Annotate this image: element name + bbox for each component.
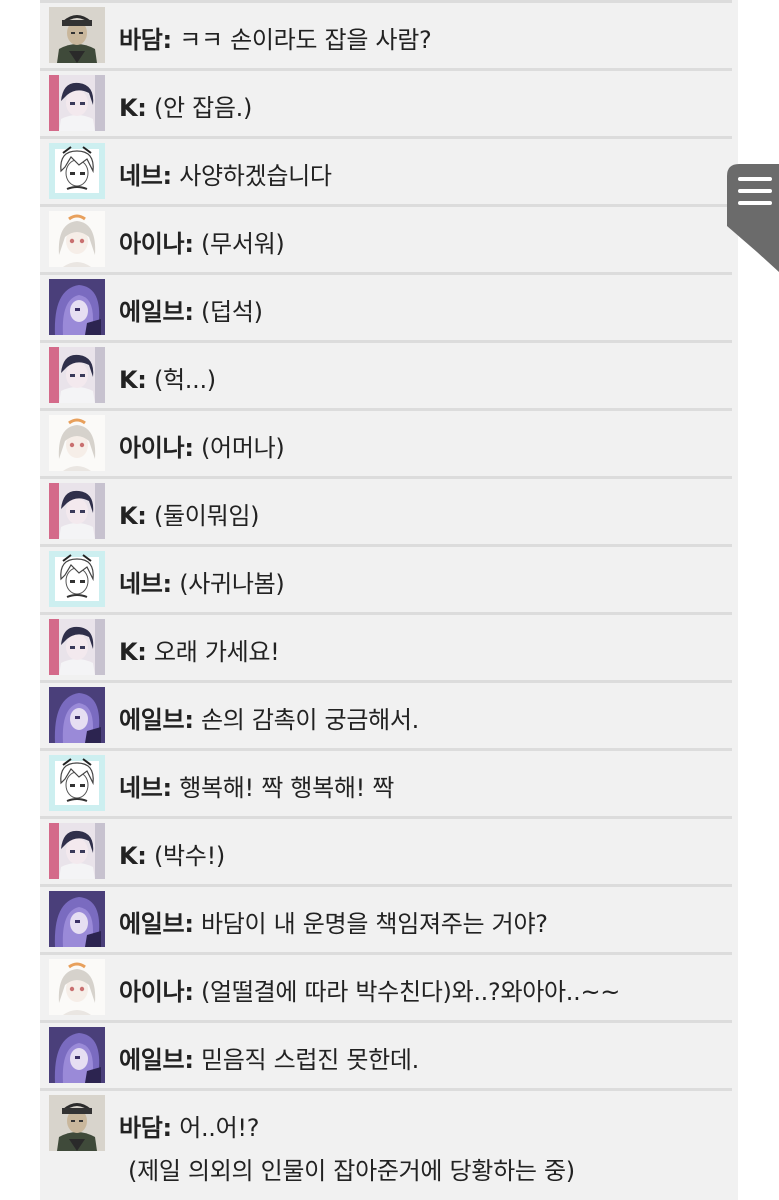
message-line: K: (헉...) xyxy=(119,360,216,395)
message-line: 에일브: 믿음직 스럽진 못한데. xyxy=(119,1040,419,1075)
message-text: 행복해! 짝 행복해! 짝 xyxy=(179,774,395,802)
chat-message: 에일브: 바담이 내 운명을 책임져주는 거야? xyxy=(40,887,732,955)
speaker-name: 네브: xyxy=(119,570,172,598)
chat-message: 네브: 행복해! 짝 행복해! 짝 xyxy=(40,751,732,819)
message-line: 에일브: 손의 감촉이 궁금해서. xyxy=(119,700,419,735)
message-line: K: 오래 가세요! xyxy=(119,632,280,667)
message-text: (헉...) xyxy=(153,366,216,394)
message-subtext: (제일 의외의 인물이 잡아준거에 당황하는 중) xyxy=(128,1157,575,1185)
chat-message: 에일브: 손의 감촉이 궁금해서. xyxy=(40,683,732,751)
message-text: 어..어!? xyxy=(179,1114,260,1142)
chat-message: 에일브: (덥석) xyxy=(40,275,732,343)
k-avatar xyxy=(49,75,105,131)
speaker-name: K: xyxy=(119,638,147,666)
message-text: 바담이 내 운명을 책임져주는 거야? xyxy=(200,910,548,938)
chat-message: 아이나: (무서워) xyxy=(40,207,732,275)
speaker-name: K: xyxy=(119,94,147,122)
message-text: (박수!) xyxy=(153,842,225,870)
message-line: 네브: 행복해! 짝 행복해! 짝 xyxy=(119,768,394,803)
speaker-name: K: xyxy=(119,842,147,870)
chat-message: K: (안 잡음.) xyxy=(40,71,732,139)
message-line: 바담: ㅋㅋ 손이라도 잡을 사람? xyxy=(119,20,432,55)
speaker-name: K: xyxy=(119,502,147,530)
neve-avatar xyxy=(49,551,105,607)
k-avatar xyxy=(49,619,105,675)
chat-message: 아이나: (얼떨결에 따라 박수친다)와..?와아아..~~ xyxy=(40,955,732,1023)
message-text: 오래 가세요! xyxy=(153,638,280,666)
speaker-name: K: xyxy=(119,366,147,394)
chat-message: K: (헉...) xyxy=(40,343,732,411)
message-line: K: (안 잡음.) xyxy=(119,88,252,123)
eilv-avatar xyxy=(49,279,105,335)
chat-message: K: 오래 가세요! xyxy=(40,615,732,683)
speaker-name: 바담: xyxy=(119,26,172,54)
speaker-name: 에일브: xyxy=(119,706,194,734)
badam-avatar xyxy=(49,7,105,63)
message-line: 네브: 사양하겠습니다 xyxy=(119,156,332,191)
message-text: ㅋㅋ 손이라도 잡을 사람? xyxy=(179,26,432,54)
aina-avatar xyxy=(49,959,105,1015)
speaker-name: 에일브: xyxy=(119,298,194,326)
message-text: (안 잡음.) xyxy=(153,94,253,122)
message-line: 아이나: (무서워) xyxy=(119,224,285,259)
message-line: 아이나: (어머나) xyxy=(119,428,285,463)
chat-message: 네브: (사귀나봄) xyxy=(40,547,732,615)
message-line: 바담: 어..어!? xyxy=(119,1108,259,1143)
speaker-name: 아이나: xyxy=(119,230,194,258)
speaker-name: 네브: xyxy=(119,162,172,190)
message-text: 사양하겠습니다 xyxy=(179,162,332,190)
message-line: K: (둘이뭐임) xyxy=(119,496,260,531)
k-avatar xyxy=(49,483,105,539)
message-text: 손의 감촉이 궁금해서. xyxy=(200,706,419,734)
chat-message: 바담: ㅋㅋ 손이라도 잡을 사람? xyxy=(40,3,732,71)
message-text: (덥석) xyxy=(200,298,263,326)
speaker-name: 아이나: xyxy=(119,978,194,1006)
message-line: 에일브: (덥석) xyxy=(119,292,263,327)
chat-message: K: (박수!) xyxy=(40,819,732,887)
neve-avatar xyxy=(49,755,105,811)
k-avatar xyxy=(49,823,105,879)
chat-message: 아이나: (어머나) xyxy=(40,411,732,479)
aina-avatar xyxy=(49,415,105,471)
message-line: 아이나: (얼떨결에 따라 박수친다)와..?와아아..~~ xyxy=(119,972,620,1007)
badam-avatar xyxy=(49,1095,105,1151)
speaker-name: 에일브: xyxy=(119,910,194,938)
message-text: (사귀나봄) xyxy=(179,570,285,598)
speaker-name: 바담: xyxy=(119,1114,172,1142)
chat-log: 바담: ㅋㅋ 손이라도 잡을 사람? K: (안 잡음.) 네브: 사양하겠습니다아… xyxy=(40,0,738,1200)
chat-message: 네브: 사양하겠습니다 xyxy=(40,139,732,207)
speaker-name: 네브: xyxy=(119,774,172,802)
message-text: (무서워) xyxy=(200,230,285,258)
message-line: 에일브: 바담이 내 운명을 책임져주는 거야? xyxy=(119,904,548,939)
speaker-name: 에일브: xyxy=(119,1046,194,1074)
message-text: 믿음직 스럽진 못한데. xyxy=(200,1046,419,1074)
chat-message: 에일브: 믿음직 스럽진 못한데. xyxy=(40,1023,732,1091)
eilv-avatar xyxy=(49,687,105,743)
message-text: (둘이뭐임) xyxy=(153,502,260,530)
message-line: 네브: (사귀나봄) xyxy=(119,564,285,599)
eilv-avatar xyxy=(49,1027,105,1083)
aina-avatar xyxy=(49,211,105,267)
message-line: K: (박수!) xyxy=(119,836,225,871)
chat-message: K: (둘이뭐임) xyxy=(40,479,732,547)
chat-message: 바담: 어..어!? (제일 의외의 인물이 잡아준거에 당황하는 중) xyxy=(40,1091,732,1200)
speaker-name: 아이나: xyxy=(119,434,194,462)
message-text: (얼떨결에 따라 박수친다)와..?와아아..~~ xyxy=(200,978,621,1006)
k-avatar xyxy=(49,347,105,403)
eilv-avatar xyxy=(49,891,105,947)
menu-button[interactable] xyxy=(727,164,779,272)
neve-avatar xyxy=(49,143,105,199)
message-text: (어머나) xyxy=(200,434,285,462)
